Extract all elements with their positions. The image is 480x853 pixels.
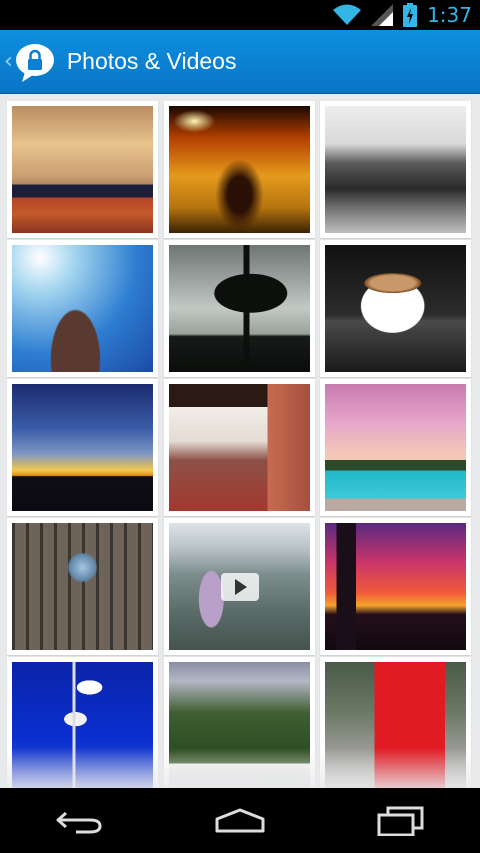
grid-tile[interactable] [320,101,471,238]
home-icon [214,807,266,835]
status-bar: 1:37 [0,0,480,30]
tree-silhouette-photo [169,245,310,372]
grid-tile[interactable] [320,379,471,516]
grid-tile[interactable] [7,379,158,516]
page-title: Photos & Videos [66,48,237,74]
grid-tile[interactable] [164,101,315,238]
pool-palms-photo [325,384,466,511]
status-time: 1:37 [427,3,472,27]
grid-tile[interactable] [320,518,471,655]
wifi-icon [333,4,362,26]
recent-apps-icon [376,806,424,836]
home-button[interactable] [190,791,290,851]
night-street-photo [169,106,310,233]
back-button[interactable] [30,791,130,851]
recent-apps-button[interactable] [350,791,450,851]
play-icon[interactable] [220,572,259,601]
chevron-left-icon: ‹ [4,49,13,74]
grid-tile[interactable] [164,518,315,655]
veranda-photo [169,384,310,511]
skylight-photo [12,523,153,650]
back-icon [56,807,104,835]
system-nav-bar [0,788,480,853]
city-sunset-photo [325,523,466,650]
audience-bw-photo [325,106,466,233]
conference-room-photo [12,106,153,233]
battery-charging-icon [403,3,418,27]
grid-tile[interactable] [7,518,158,655]
grid-tile[interactable] [320,657,471,788]
grid-tile[interactable] [164,379,315,516]
conservatory-photo [169,662,310,788]
action-bar: ‹ Photos & Videos [0,30,480,94]
up-button[interactable]: ‹ [0,30,57,93]
grid-tile[interactable] [7,657,158,788]
grid-tile[interactable] [7,240,158,377]
grid-tile[interactable] [164,240,315,377]
grid-tile[interactable] [320,240,471,377]
flags-photo [12,662,153,788]
cell-signal-icon [371,4,394,26]
photo-booth-photo [325,662,466,788]
coffee-cup-photo [325,245,466,372]
grid-tile[interactable] [7,101,158,238]
media-grid [0,94,480,788]
sunset-horizon-photo [12,384,153,511]
chat-lock-icon [13,40,57,84]
beach-child-video [169,523,310,650]
clock-tower-photo [12,245,153,372]
grid-tile[interactable] [164,657,315,788]
